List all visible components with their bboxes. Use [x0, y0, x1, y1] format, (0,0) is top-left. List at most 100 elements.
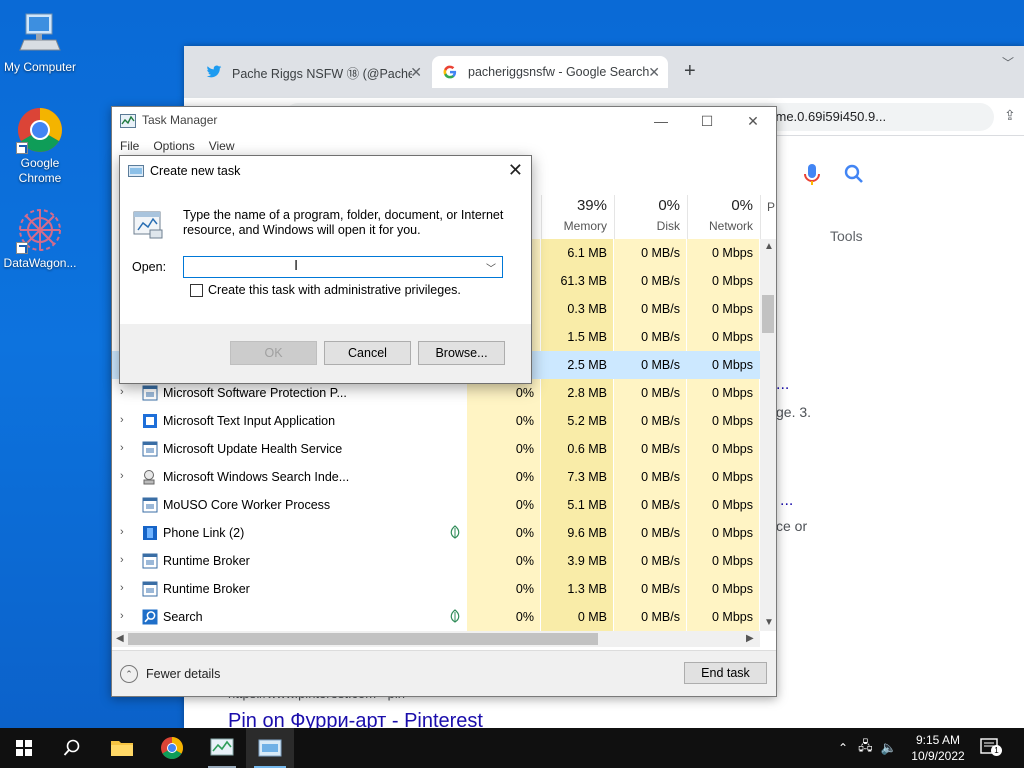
menu-file[interactable]: File — [120, 139, 139, 153]
network-icon[interactable]: 🖧 — [858, 737, 873, 759]
taskbar-search-button[interactable] — [48, 728, 96, 768]
file-explorer-icon — [111, 741, 133, 756]
scrollbar-thumb[interactable] — [762, 295, 774, 333]
disk-percent: 0% — [658, 197, 680, 214]
result-title-link[interactable]: Pin on Фурри-арт - Pinterest — [228, 710, 483, 728]
expand-chevron-icon[interactable]: › — [120, 386, 124, 398]
close-tab-icon[interactable]: ✕ — [648, 64, 660, 81]
close-tab-icon[interactable]: ✕ — [410, 64, 422, 81]
table-row[interactable]: › Search 0% 0 MB 0 MB/s 0 Mbps — [112, 603, 760, 631]
share-icon[interactable]: ⇪ — [1004, 107, 1016, 124]
notification-count: 1 — [991, 745, 1002, 756]
disk-cell: 0 MB/s — [614, 239, 686, 267]
cpu-cell: 0% — [467, 491, 540, 519]
end-task-button[interactable]: End task — [684, 662, 767, 684]
desktop-icon-chrome[interactable]: Google Chrome — [0, 106, 80, 186]
scroll-left-icon[interactable]: ◀ — [116, 633, 124, 644]
process-name: MoUSO Core Worker Process — [163, 498, 331, 512]
taskbar-run-dialog[interactable] — [246, 728, 294, 768]
menu-view[interactable]: View — [209, 139, 235, 153]
taskbar-clock[interactable]: 9:15 AM 10/9/2022 — [905, 732, 971, 764]
expand-chevron-icon[interactable]: › — [120, 526, 124, 538]
memory-cell: 2.8 MB — [541, 379, 613, 407]
close-icon[interactable]: ✕ — [508, 160, 523, 181]
tab-twitter[interactable]: Pache Riggs NSFW ⑱ (@PacheR ✕ — [196, 56, 430, 88]
horizontal-scrollbar[interactable]: ◀ ▶ — [112, 631, 760, 647]
scroll-down-icon[interactable]: ▼ — [764, 617, 774, 628]
tools-button[interactable]: Tools — [830, 228, 863, 244]
column-power[interactable]: P — [760, 195, 776, 239]
scroll-right-icon[interactable]: ▶ — [746, 633, 754, 644]
expand-chevron-icon[interactable]: › — [120, 442, 124, 454]
network-label: Network — [708, 219, 753, 233]
table-row[interactable]: › Runtime Broker 0% 1.3 MB 0 MB/s 0 Mbps — [112, 575, 760, 603]
table-row[interactable]: MoUSO Core Worker Process 0% 5.1 MB 0 MB/s 0… — [112, 491, 760, 519]
network-cell: 0 Mbps — [687, 547, 759, 575]
result-snippet: ... — [780, 492, 794, 509]
vertical-scrollbar[interactable]: ▲ ▼ — [760, 239, 776, 631]
column-network[interactable]: 0% Network — [687, 195, 759, 239]
task-manager-menubar: File Options View — [112, 135, 776, 157]
fewer-details-button[interactable]: ⌃ Fewer details — [120, 665, 220, 683]
expand-chevron-icon[interactable]: › — [120, 610, 124, 622]
maximize-icon[interactable]: ☐ — [684, 107, 730, 135]
browse-button[interactable]: Browse... — [418, 341, 505, 365]
dialog-message: Type the name of a program, folder, docu… — [183, 208, 504, 237]
table-row[interactable]: › Runtime Broker 0% 3.9 MB 0 MB/s 0 Mbps — [112, 547, 760, 575]
column-memory[interactable]: 39% Memory — [541, 195, 613, 239]
open-input[interactable] — [183, 256, 503, 278]
scrollbar-thumb[interactable] — [128, 633, 598, 645]
disk-cell: 0 MB/s — [614, 407, 686, 435]
memory-cell: 2.5 MB — [541, 351, 613, 379]
desktop-icon-label: Google Chrome — [18, 156, 62, 185]
memory-cell: 9.6 MB — [541, 519, 613, 547]
start-button[interactable] — [0, 728, 48, 768]
chevron-up-icon[interactable]: ⌃ — [838, 741, 848, 755]
scroll-up-icon[interactable]: ▲ — [764, 241, 774, 252]
expand-chevron-icon[interactable]: › — [120, 582, 124, 594]
taskbar-chrome[interactable] — [148, 728, 196, 768]
expand-chevron-icon[interactable]: › — [120, 470, 124, 482]
process-name: Search — [163, 610, 203, 624]
network-cell: 0 Mbps — [687, 379, 759, 407]
result-snippet: ge. 3. — [776, 404, 812, 420]
chevron-down-icon[interactable]: ﹀ — [486, 260, 496, 275]
notification-center-button[interactable]: 1 — [980, 738, 1002, 758]
ok-button[interactable]: OK — [230, 341, 317, 365]
taskbar-task-manager[interactable] — [198, 728, 246, 768]
expand-chevron-icon[interactable]: › — [120, 554, 124, 566]
minimize-icon[interactable]: — — [638, 107, 684, 135]
table-row[interactable]: › Microsoft Text Input Application 0% 5.2 M… — [112, 407, 760, 435]
network-cell: 0 Mbps — [687, 351, 759, 379]
google-icon — [442, 64, 458, 80]
new-tab-button[interactable]: + — [684, 60, 696, 83]
volume-icon[interactable]: 🔈 — [881, 740, 897, 756]
desktop-icon-datawagon[interactable]: DataWagon... — [0, 206, 80, 271]
close-icon[interactable]: ✕ — [730, 107, 776, 135]
table-row[interactable]: › Microsoft Windows Search Inde... 0% 7.3 M… — [112, 463, 760, 491]
search-icon[interactable] — [844, 164, 866, 186]
disk-cell: 0 MB/s — [614, 267, 686, 295]
tab-google-search[interactable]: pacheriggsnsfw - Google Search ✕ — [432, 56, 668, 88]
cancel-button[interactable]: Cancel — [324, 341, 411, 365]
cpu-cell: 0% — [467, 575, 540, 603]
voice-search-icon[interactable] — [804, 164, 824, 186]
admin-checkbox-label: Create this task with administrative pri… — [208, 283, 461, 297]
column-disk[interactable]: 0% Disk — [614, 195, 686, 239]
checkbox-box[interactable] — [190, 283, 203, 297]
expand-chevron-icon[interactable]: › — [120, 414, 124, 426]
table-row[interactable]: › Microsoft Update Health Service 0% 0.6 MB… — [112, 435, 760, 463]
admin-privileges-checkbox[interactable]: Create this task with administrative pri… — [190, 283, 461, 297]
disk-cell: 0 MB/s — [614, 323, 686, 351]
network-percent: 0% — [731, 197, 753, 214]
disk-cell: 0 MB/s — [614, 491, 686, 519]
taskbar-file-explorer[interactable] — [98, 728, 146, 768]
desktop-icon-my-computer[interactable]: My Computer — [0, 10, 80, 75]
menu-options[interactable]: Options — [153, 139, 194, 153]
network-cell: 0 Mbps — [687, 323, 759, 351]
task-manager-titlebar[interactable]: Task Manager — ☐ ✕ — [112, 107, 776, 135]
app-window-icon — [142, 441, 158, 457]
tab-search-icon[interactable]: ﹀ — [1002, 54, 1014, 71]
table-row[interactable]: › Phone Link (2) 0% 9.6 MB 0 MB/s 0 Mbps — [112, 519, 760, 547]
dialog-titlebar[interactable]: Create new task ✕ — [120, 156, 531, 186]
